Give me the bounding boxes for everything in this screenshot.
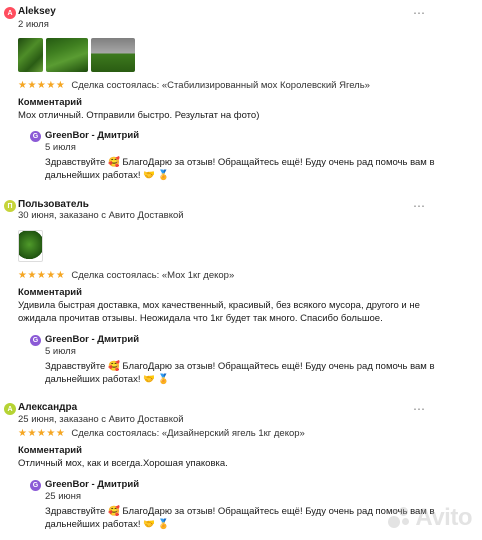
deal-text: Сделка состоялась: «Дизайнерский ягель 1…: [71, 428, 305, 439]
deal-info: ★★★★★ Сделка состоялась: «Мох 1кг декор»: [18, 270, 234, 282]
rating-stars: ★★★★★: [18, 80, 66, 91]
comment-text: Мох отличный. Отправили быстро. Результа…: [18, 110, 260, 121]
rating-stars: ★★★★★: [18, 428, 66, 439]
seller-name[interactable]: GreenBor - Дмитрий: [45, 334, 139, 346]
review-date: 2 июля: [18, 19, 49, 30]
review-photo[interactable]: [18, 38, 43, 72]
review-photo[interactable]: [46, 38, 88, 72]
reply-text: Здравствуйте 🥰 БлагоДарю за отзыв! Обращ…: [45, 361, 435, 385]
rating-stars: ★★★★★: [18, 270, 66, 281]
avatar[interactable]: П: [4, 200, 16, 212]
deal-info: ★★★★★ Сделка состоялась: «Дизайнерский яг…: [18, 428, 305, 440]
reply-text: Здравствуйте 🥰 БлагоДарю за отзыв! Обращ…: [45, 157, 435, 181]
deal-text: Сделка состоялась: «Стабилизированный мо…: [71, 80, 370, 91]
comment-text: Отличный мох, как и всегда.Хорошая упако…: [18, 458, 228, 469]
review-date: 25 июня, заказано с Авито Доставкой: [18, 414, 184, 425]
reviewer-name[interactable]: Aleksey: [18, 6, 56, 18]
reply-date: 25 июня: [45, 491, 82, 502]
avatar[interactable]: A: [4, 403, 16, 415]
comment-label: Комментарий: [18, 287, 82, 298]
reviewer-name[interactable]: Александра: [18, 402, 77, 414]
avito-watermark: Avito: [388, 504, 472, 532]
comment-label: Комментарий: [18, 445, 82, 456]
more-options-icon[interactable]: ⋯: [413, 200, 425, 212]
review-photo[interactable]: [91, 38, 135, 72]
more-options-icon[interactable]: ⋯: [413, 7, 425, 19]
review-photo[interactable]: [18, 230, 43, 262]
seller-avatar[interactable]: G: [30, 131, 41, 142]
deal-info: ★★★★★ Сделка состоялась: «Стабилизированн…: [18, 80, 370, 92]
seller-avatar[interactable]: G: [30, 335, 41, 346]
more-options-icon[interactable]: ⋯: [413, 403, 425, 415]
review-photos: [18, 230, 43, 262]
review-date: 30 июня, заказано с Авито Доставкой: [18, 210, 184, 221]
watermark-text: Avito: [415, 504, 472, 531]
reply-date: 5 июля: [45, 346, 76, 357]
seller-avatar[interactable]: G: [30, 480, 41, 491]
comment-label: Комментарий: [18, 97, 82, 108]
comment-text: Удивила быстрая доставка, мох качественн…: [18, 300, 420, 324]
avito-logo-icon: [388, 507, 412, 529]
deal-text: Сделка состоялась: «Мох 1кг декор»: [71, 270, 235, 281]
seller-name[interactable]: GreenBor - Дмитрий: [45, 130, 139, 142]
avatar[interactable]: A: [4, 7, 16, 19]
reply-date: 5 июля: [45, 142, 76, 153]
review-photos: [18, 38, 135, 72]
seller-name[interactable]: GreenBor - Дмитрий: [45, 479, 139, 491]
